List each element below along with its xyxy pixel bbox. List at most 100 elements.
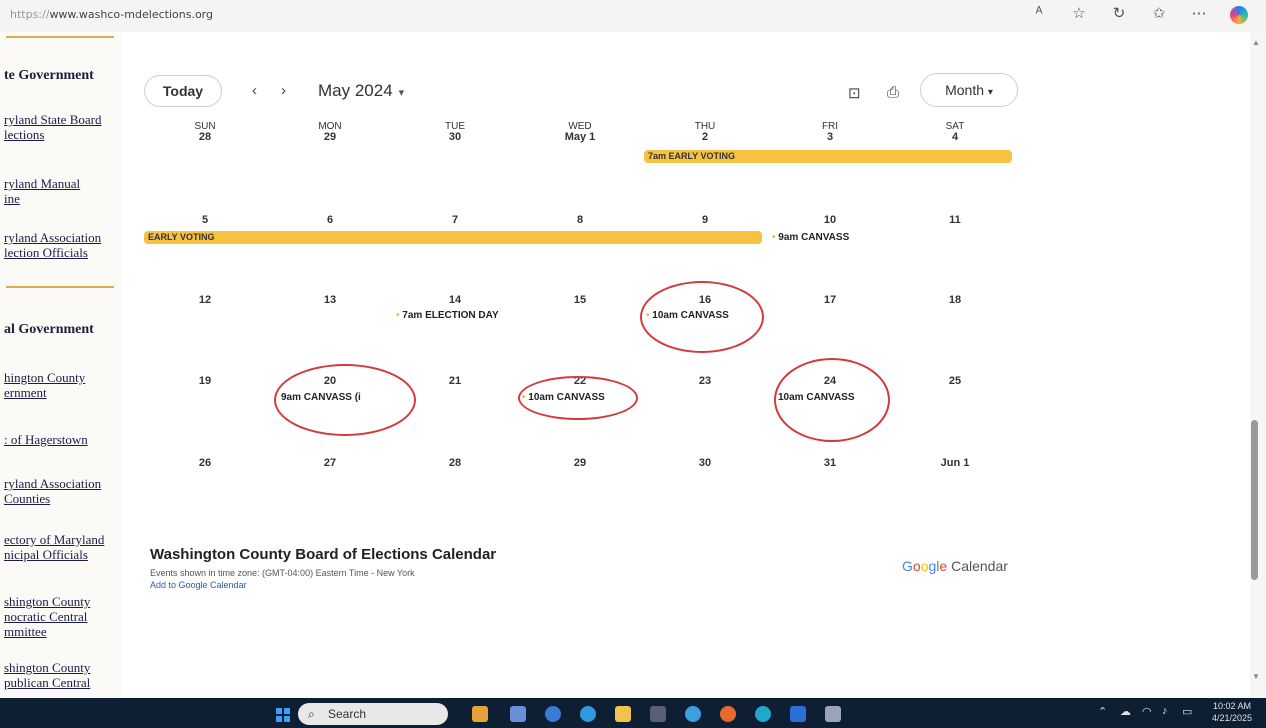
sidebar-link[interactable]: shington County publican Central [4,660,90,690]
sidebar-link[interactable]: shington County nocratic Central mmittee [4,594,90,639]
event-dot-icon: • [396,310,400,321]
date-cell[interactable]: 10 [780,214,880,226]
date-cell[interactable]: 28 [405,457,505,469]
edge-icon[interactable] [755,706,771,722]
agenda-icon[interactable]: ⊡ [848,84,861,102]
app-icon[interactable] [685,706,701,722]
weekday-header: FRI 3 [821,121,839,143]
search-label: Search [328,707,367,721]
timezone-note: Events shown in time zone: (GMT-04:00) E… [150,568,415,578]
event-early-voting[interactable]: 7am EARLY VOTING [644,150,1012,163]
clock-time: 10:02 AM [1213,701,1252,711]
refresh-icon[interactable]: ↻ [1110,4,1128,24]
sidebar-link[interactable]: ryland Association Counties [4,476,101,506]
sidebar-link[interactable]: ryland State Board lections [4,112,101,142]
date-cell[interactable]: 12 [155,294,255,306]
scroll-thumb[interactable] [1251,420,1258,580]
settings-icon[interactable] [580,706,596,722]
sidebar-link[interactable]: ryland Association lection Officials [4,230,101,260]
sidebar-link[interactable]: : of Hagerstown [4,432,88,447]
file-explorer-icon[interactable] [615,706,631,722]
system-clock[interactable]: 10:02 AM 4/21/2025 [1212,700,1252,724]
date-cell[interactable]: 7 [405,214,505,226]
address-bar[interactable]: https://www.washco-mdelections.org [10,8,213,21]
date-cell[interactable]: 14 [405,294,505,306]
date-cell[interactable]: Jun 1 [905,457,1005,469]
print-icon[interactable]: ⎙ [887,84,899,101]
date-cell[interactable]: 8 [530,214,630,226]
scroll-up-icon[interactable]: ▲ [1252,38,1260,47]
volume-icon[interactable]: ♪ [1162,705,1168,717]
weekday-header: TUE 30 [445,121,465,143]
prev-month-icon[interactable]: ‹ [252,82,257,99]
date-cell[interactable]: 26 [155,457,255,469]
date-cell[interactable]: 30 [655,457,755,469]
task-view-icon[interactable] [510,706,526,722]
event-dot-icon: • [772,232,776,243]
firefox-icon[interactable] [720,706,736,722]
section-title-local-government: al Government [4,322,94,337]
windows-start-icon[interactable] [276,708,290,722]
annotation-circle [640,281,764,353]
date-cell[interactable]: 9 [655,214,755,226]
mail-icon[interactable] [790,706,806,722]
weekday-header: MON 29 [318,121,342,143]
url-host: www.washco-mdelections.org [49,8,213,21]
event-election-day[interactable]: • 7am ELECTION DAY [396,310,499,321]
widgets-icon[interactable] [472,706,488,722]
favorites-icon[interactable]: ✩ [1150,4,1168,24]
favorite-star-icon[interactable]: ☆ [1070,4,1088,24]
chevron-down-icon: ▾ [987,87,993,98]
weekday-header: SUN 28 [194,121,216,143]
date-cell[interactable]: 18 [905,294,1005,306]
store-icon[interactable] [650,706,666,722]
read-aloud-icon[interactable]: ᴬ [1030,4,1048,24]
date-cell[interactable]: 27 [280,457,380,469]
date-cell[interactable]: 23 [655,375,755,387]
app-icon[interactable] [825,706,841,722]
sidebar-divider [6,286,114,288]
search-icon: ⌕ [308,707,315,721]
battery-icon[interactable]: ▭ [1182,705,1192,718]
calendar-title: Washington County Board of Elections Cal… [150,546,497,563]
sidebar-link[interactable]: ectory of Maryland nicipal Officials [4,532,104,562]
copilot-icon[interactable] [1230,6,1248,24]
section-title-state-government: te Government [4,68,94,83]
date-cell[interactable]: 19 [155,375,255,387]
chevron-up-icon[interactable]: ⌃ [1098,705,1107,718]
url-scheme: https:// [10,8,50,21]
event-early-voting[interactable]: EARLY VOTING [144,231,762,244]
date-cell[interactable]: 25 [905,375,1005,387]
month-title: May 2024 [318,81,393,100]
date-cell[interactable]: 15 [530,294,630,306]
weekday-header: WED May 1 [564,121,596,143]
date-cell[interactable]: 21 [405,375,505,387]
clock-date: 4/21/2025 [1212,713,1253,723]
onedrive-icon[interactable]: ☁ [1120,705,1131,718]
annotation-circle [274,364,416,436]
browser-actions: ᴬ ☆ ↻ ✩ ⋯ [1030,4,1248,24]
date-cell[interactable]: 17 [780,294,880,306]
date-cell[interactable]: 29 [530,457,630,469]
date-cell[interactable]: 5 [155,214,255,226]
event-canvass[interactable]: • 9am CANVASS [772,232,849,243]
date-cell[interactable]: 6 [280,214,380,226]
view-selector[interactable]: Month ▾ [920,73,1018,107]
taskbar-search[interactable]: ⌕ Search [298,703,448,725]
chat-icon[interactable] [545,706,561,722]
add-to-google-calendar-link[interactable]: Add to Google Calendar [150,580,247,590]
next-month-icon[interactable]: › [281,82,286,99]
date-cell[interactable]: 31 [780,457,880,469]
more-icon[interactable]: ⋯ [1190,4,1208,24]
sidebar-link[interactable]: ryland Manual ine [4,176,80,206]
scroll-down-icon[interactable]: ▼ [1252,672,1260,681]
month-selector[interactable]: May 2024 ▾ [318,81,404,101]
chevron-down-icon: ▾ [398,87,405,99]
page-scrollbar[interactable] [1250,32,1266,698]
sidebar-link[interactable]: hington County ernment [4,370,85,400]
today-button[interactable]: Today [144,75,222,107]
date-cell[interactable]: 11 [905,214,1005,226]
wifi-icon[interactable]: ◠ [1142,705,1152,718]
google-calendar-logo[interactable]: Google Calendar [902,558,1008,574]
date-cell[interactable]: 13 [280,294,380,306]
